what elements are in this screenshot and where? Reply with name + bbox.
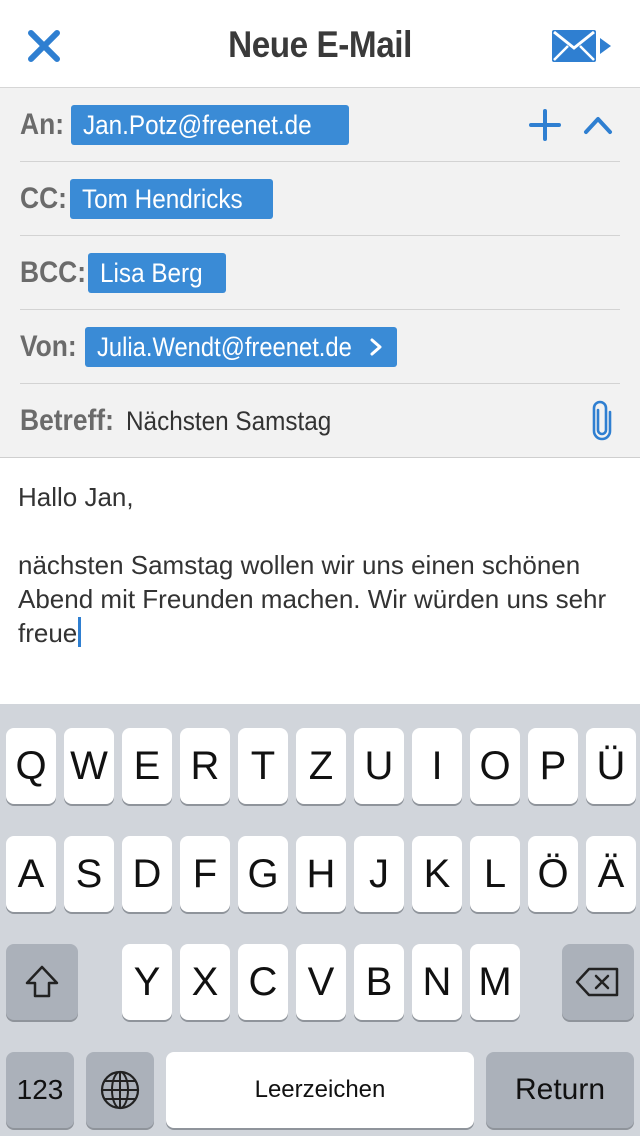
- body-greeting: Hallo Jan,: [18, 482, 134, 512]
- key-r[interactable]: R: [180, 728, 230, 804]
- key-y[interactable]: Y: [122, 944, 172, 1020]
- keyboard: Q W E R T Z U I O P Ü A S D F G H J K L …: [0, 704, 640, 1136]
- to-row: An: Jan.Potz@freenet.de: [0, 88, 640, 162]
- mail-header-fields: An: Jan.Potz@freenet.de CC: Tom Hendrick…: [0, 88, 640, 458]
- subject-row: Betreff: Nächsten Samstag: [0, 384, 640, 458]
- from-row: Von: Julia.Wendt@freenet.de: [0, 310, 640, 384]
- from-sender-chip[interactable]: Julia.Wendt@freenet.de: [85, 327, 397, 367]
- space-key[interactable]: Leerzeichen: [166, 1052, 474, 1128]
- bcc-recipient-chip[interactable]: Lisa Berg: [88, 253, 227, 293]
- key-e[interactable]: E: [122, 728, 172, 804]
- key-k[interactable]: K: [412, 836, 462, 912]
- key-z[interactable]: Z: [296, 728, 346, 804]
- key-ae[interactable]: Ä: [586, 836, 636, 912]
- key-p[interactable]: P: [528, 728, 578, 804]
- shift-icon: [25, 965, 59, 998]
- key-n[interactable]: N: [412, 944, 462, 1020]
- send-mail-icon[interactable]: [550, 26, 614, 68]
- add-recipient-icon[interactable]: [528, 108, 562, 142]
- bcc-recipient-text: Lisa Berg: [100, 258, 203, 288]
- key-x[interactable]: X: [180, 944, 230, 1020]
- chevron-up-icon[interactable]: [582, 112, 614, 138]
- key-f[interactable]: F: [180, 836, 230, 912]
- key-i[interactable]: I: [412, 728, 462, 804]
- chevron-right-icon: [370, 338, 382, 356]
- cc-row: CC: Tom Hendricks: [0, 162, 640, 236]
- subject-input[interactable]: Nächsten Samstag: [126, 406, 331, 437]
- to-recipient-text: Jan.Potz@freenet.de: [83, 110, 312, 140]
- body-paragraph: nächsten Samstag wollen wir uns einen sc…: [18, 550, 614, 648]
- key-a[interactable]: A: [6, 836, 56, 912]
- key-c[interactable]: C: [238, 944, 288, 1020]
- key-m[interactable]: M: [470, 944, 520, 1020]
- backspace-icon: [575, 967, 619, 997]
- cc-label: CC:: [20, 182, 67, 215]
- numbers-key[interactable]: 123: [6, 1052, 74, 1128]
- backspace-key[interactable]: [562, 944, 634, 1020]
- key-l[interactable]: L: [470, 836, 520, 912]
- navigation-bar: Neue E-Mail: [0, 0, 640, 88]
- key-q[interactable]: Q: [6, 728, 56, 804]
- key-g[interactable]: G: [238, 836, 288, 912]
- key-h[interactable]: H: [296, 836, 346, 912]
- key-b[interactable]: B: [354, 944, 404, 1020]
- bcc-label: BCC:: [20, 256, 86, 289]
- from-sender-text: Julia.Wendt@freenet.de: [97, 332, 352, 362]
- key-d[interactable]: D: [122, 836, 172, 912]
- key-w[interactable]: W: [64, 728, 114, 804]
- globe-icon: [100, 1070, 140, 1110]
- mail-body[interactable]: Hallo Jan, nächsten Samstag wollen wir u…: [18, 480, 618, 650]
- globe-key[interactable]: [86, 1052, 154, 1128]
- key-t[interactable]: T: [238, 728, 288, 804]
- key-v[interactable]: V: [296, 944, 346, 1020]
- key-s[interactable]: S: [64, 836, 114, 912]
- key-ue[interactable]: Ü: [586, 728, 636, 804]
- cc-recipient-text: Tom Hendricks: [82, 184, 243, 214]
- key-o[interactable]: O: [470, 728, 520, 804]
- key-u[interactable]: U: [354, 728, 404, 804]
- cc-recipient-chip[interactable]: Tom Hendricks: [70, 179, 273, 219]
- key-j[interactable]: J: [354, 836, 404, 912]
- key-oe[interactable]: Ö: [528, 836, 578, 912]
- to-label: An:: [20, 108, 64, 141]
- paperclip-icon[interactable]: [590, 400, 614, 442]
- text-cursor: [78, 617, 82, 647]
- subject-label: Betreff:: [20, 404, 114, 437]
- bcc-row: BCC: Lisa Berg: [0, 236, 640, 310]
- shift-key[interactable]: [6, 944, 78, 1020]
- page-title: Neue E-Mail: [228, 24, 412, 65]
- return-key[interactable]: Return: [486, 1052, 634, 1128]
- from-label: Von:: [20, 330, 77, 363]
- to-recipient-chip[interactable]: Jan.Potz@freenet.de: [71, 105, 350, 145]
